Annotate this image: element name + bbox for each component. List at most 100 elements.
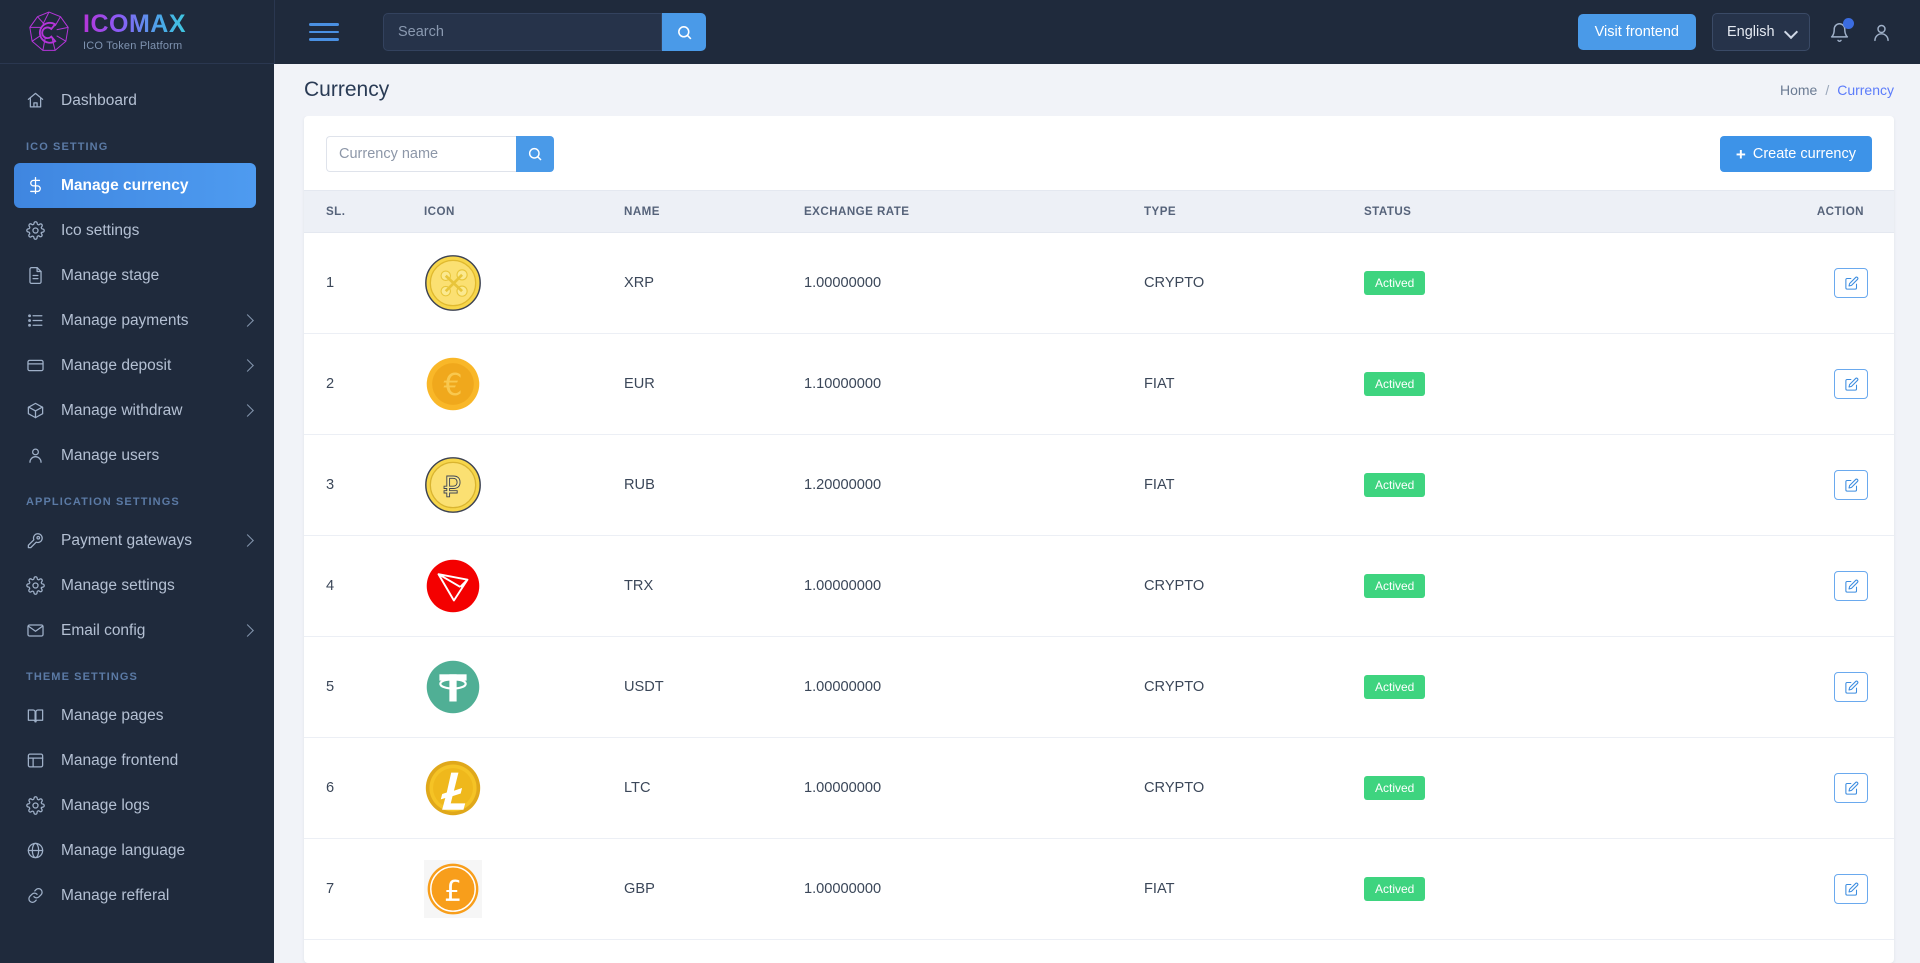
cell-name: TRX: [624, 535, 804, 637]
currency-search: [326, 136, 554, 172]
breadcrumb: Home / Currency: [1780, 82, 1894, 98]
cell-type: FIAT: [1144, 333, 1364, 435]
page-header: Currency Home / Currency: [274, 64, 1920, 116]
cell-sl: 2: [304, 333, 424, 435]
sidebar-item-manage-stage[interactable]: Manage stage: [0, 253, 274, 298]
sidebar-item-manage-logs[interactable]: Manage logs: [0, 783, 274, 828]
table-row: 7 £ GBP 1.00000000 FIAT Actived: [304, 838, 1894, 940]
cell-name: XRP: [624, 232, 804, 334]
sidebar-item-manage-frontend[interactable]: Manage frontend: [0, 738, 274, 783]
status-badge: Actived: [1364, 372, 1426, 396]
notification-badge-dot: [1843, 18, 1854, 29]
search-input[interactable]: [383, 13, 662, 51]
sidebar-item-manage-withdraw[interactable]: Manage withdraw: [0, 388, 274, 433]
gbp-coin-icon: £: [424, 860, 482, 918]
app-root: ICOMAX ICO Token Platform Dashboard ICO S…: [0, 0, 1920, 963]
cell-action: [1604, 232, 1894, 334]
sidebar-item-label: Email config: [61, 621, 146, 639]
cell-status: Actived: [1364, 434, 1604, 536]
dollar-icon: [26, 176, 45, 195]
edit-currency-button[interactable]: [1834, 773, 1868, 803]
sidebar-item-manage-currency[interactable]: Manage currency: [14, 163, 256, 208]
create-currency-button[interactable]: + Create currency: [1719, 136, 1872, 172]
sidebar-item-payment-gateways[interactable]: Payment gateways: [0, 518, 274, 563]
svg-text:£: £: [444, 875, 462, 908]
search-button[interactable]: [662, 13, 706, 51]
edit-currency-button[interactable]: [1834, 268, 1868, 298]
cell-action: [1604, 838, 1894, 940]
sidebar-item-label: Manage users: [61, 446, 160, 464]
sidebar-item-manage-users[interactable]: Manage users: [0, 433, 274, 478]
eur-coin-icon: €: [424, 355, 482, 413]
column-header-name: NAME: [624, 190, 804, 233]
link-icon: [26, 886, 45, 905]
currency-card: + Create currency SL. ICON NAME EXCHANGE…: [304, 116, 1894, 963]
sidebar-item-manage-settings[interactable]: Manage settings: [0, 563, 274, 608]
notifications-button[interactable]: [1826, 18, 1854, 45]
breadcrumb-separator: /: [1825, 82, 1830, 98]
breadcrumb-current: Currency: [1837, 82, 1894, 98]
currency-search-button[interactable]: [516, 136, 554, 172]
edit-icon: [1844, 478, 1858, 492]
currency-name-input[interactable]: [326, 136, 516, 172]
chevron-right-icon: [241, 624, 254, 637]
table-row: 4 TRX 1.00000000 CRYPTO Actived: [304, 535, 1894, 637]
cell-status: Actived: [1364, 333, 1604, 435]
sidebar-item-manage-language[interactable]: Manage language: [0, 828, 274, 873]
sidebar-item-label: Manage withdraw: [61, 401, 183, 419]
cell-icon: [424, 636, 624, 738]
chevron-right-icon: [241, 404, 254, 417]
cell-action: [1604, 636, 1894, 738]
status-badge: Actived: [1364, 776, 1426, 800]
sidebar-item-manage-refferal[interactable]: Manage refferal: [0, 873, 274, 918]
language-selector-wrap: English: [1712, 13, 1810, 51]
book-icon: [26, 706, 45, 725]
cell-icon: [424, 939, 624, 963]
ltc-coin-icon: [424, 759, 482, 817]
user-icon: [1873, 24, 1889, 41]
edit-currency-button[interactable]: [1834, 672, 1868, 702]
table-row: 3 ₽ RUB 1.20000000 FIAT Actived: [304, 434, 1894, 536]
list-icon: [26, 311, 45, 330]
user-icon: [26, 446, 45, 465]
cell-type: [1144, 939, 1364, 963]
cell-type: FIAT: [1144, 434, 1364, 536]
cell-sl: 4: [304, 535, 424, 637]
cell-status: [1364, 939, 1604, 963]
currency-table: SL. ICON NAME EXCHANGE RATE TYPE STATUS …: [304, 190, 1894, 963]
sidebar-item-label: Manage stage: [61, 266, 160, 284]
sidebar-item-ico-settings[interactable]: Ico settings: [0, 208, 274, 253]
edit-currency-button[interactable]: [1834, 571, 1868, 601]
card-icon: [26, 356, 45, 375]
card-toolbar: + Create currency: [304, 116, 1894, 190]
brand-logo-area[interactable]: ICOMAX ICO Token Platform: [0, 0, 274, 64]
cell-action: [1604, 434, 1894, 536]
sidebar-item-manage-payments[interactable]: Manage payments: [0, 298, 274, 343]
language-select[interactable]: English: [1712, 13, 1810, 51]
cell-type: FIAT: [1144, 838, 1364, 940]
cell-name: [624, 939, 804, 963]
visit-frontend-button[interactable]: Visit frontend: [1577, 14, 1696, 50]
sidebar-item-manage-pages[interactable]: Manage pages: [0, 693, 274, 738]
table-header-row: SL. ICON NAME EXCHANGE RATE TYPE STATUS …: [304, 190, 1894, 233]
sidebar-toggle-button[interactable]: [309, 20, 343, 44]
status-badge: Actived: [1364, 271, 1426, 295]
column-header-status: STATUS: [1364, 190, 1604, 233]
cell-sl: 6: [304, 737, 424, 839]
sidebar-item-dashboard[interactable]: Dashboard: [0, 78, 274, 123]
sidebar-item-manage-deposit[interactable]: Manage deposit: [0, 343, 274, 388]
sidebar-item-label: Manage deposit: [61, 356, 172, 374]
sidebar-item-email-config[interactable]: Email config: [0, 608, 274, 653]
cell-type: CRYPTO: [1144, 636, 1364, 738]
user-account-button[interactable]: [1868, 19, 1894, 45]
edit-currency-button[interactable]: [1834, 369, 1868, 399]
edit-currency-button[interactable]: [1834, 874, 1868, 904]
edit-currency-button[interactable]: [1834, 470, 1868, 500]
topbar: Visit frontend English: [274, 0, 1920, 64]
breadcrumb-home[interactable]: Home: [1780, 82, 1817, 98]
gear-icon: [26, 796, 45, 815]
sidebar-item-label: Payment gateways: [61, 531, 192, 549]
cell-icon: £: [424, 838, 624, 940]
cell-action: [1604, 737, 1894, 839]
chevron-right-icon: [241, 314, 254, 327]
